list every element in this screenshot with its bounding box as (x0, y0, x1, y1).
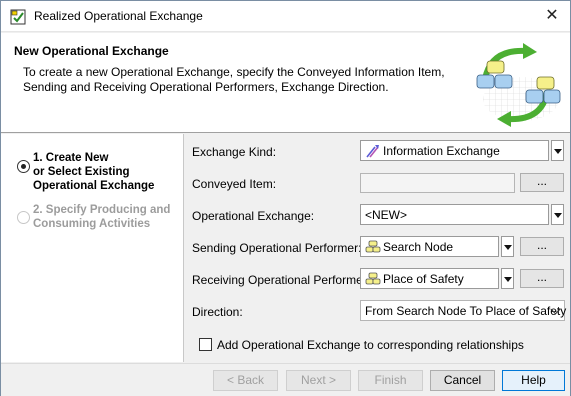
receiving-performer-dropdown-button[interactable] (501, 268, 514, 289)
step-1-radio[interactable] (17, 160, 30, 173)
operational-exchange-dropdown-button[interactable] (551, 204, 564, 225)
window-title: Realized Operational Exchange (34, 9, 203, 23)
header-banner: New Operational Exchange To create a new… (1, 33, 570, 133)
help-button[interactable]: Help (502, 370, 565, 391)
add-to-relationships-label[interactable]: Add Operational Exchange to correspondin… (217, 338, 524, 352)
button-bar: < Back Next > Finish Cancel Help (1, 363, 570, 396)
step-2-radio (17, 211, 30, 224)
sending-performer-browse-button[interactable]: ... (520, 237, 564, 256)
conveyed-item-label: Conveyed Item: (192, 177, 277, 191)
exchange-kind-label: Exchange Kind: (192, 145, 277, 159)
add-to-relationships-checkbox[interactable] (199, 338, 212, 351)
banner-heading: New Operational Exchange (14, 44, 169, 58)
step-1-label: 1. Create New or Select Existing Operati… (33, 152, 155, 192)
exchange-kind-select[interactable]: Information Exchange (360, 140, 549, 161)
sending-performer-select[interactable]: Search Node (360, 236, 499, 257)
performer-icon (365, 272, 381, 285)
back-button[interactable]: < Back (213, 370, 278, 391)
conveyed-item-browse-button[interactable]: ... (520, 173, 564, 192)
direction-select[interactable]: From Search Node To Place of Safety (360, 300, 566, 321)
dialog-window: Realized Operational Exchange ✕ New Oper… (0, 0, 571, 396)
title-bar: Realized Operational Exchange ✕ (1, 1, 570, 32)
close-icon[interactable]: ✕ (540, 5, 564, 27)
banner-description: To create a new Operational Exchange, sp… (23, 65, 445, 94)
exchange-kind-dropdown-button[interactable] (551, 140, 564, 161)
app-icon (10, 9, 26, 25)
operational-exchange-label: Operational Exchange: (192, 209, 315, 223)
sending-performer-label: Sending Operational Performer: (192, 241, 362, 255)
exchange-illustration-icon (476, 43, 561, 127)
finish-button[interactable]: Finish (358, 370, 423, 391)
operational-exchange-select[interactable]: <NEW> (360, 204, 549, 225)
sending-performer-dropdown-button[interactable] (501, 236, 514, 257)
wizard-steps-panel: 1. Create New or Select Existing Operati… (1, 134, 184, 362)
receiving-performer-select[interactable]: Place of Safety (360, 268, 499, 289)
information-exchange-icon (366, 145, 379, 158)
next-button[interactable]: Next > (286, 370, 351, 391)
conveyed-item-field[interactable] (360, 173, 515, 193)
step-2-label: 2. Specify Producing and Consuming Activ… (33, 204, 171, 230)
receiving-performer-browse-button[interactable]: ... (520, 269, 564, 288)
receiving-performer-label: Receiving Operational Performer: (192, 273, 371, 287)
performer-icon (365, 240, 381, 253)
cancel-button[interactable]: Cancel (430, 370, 495, 391)
direction-label: Direction: (192, 305, 243, 319)
